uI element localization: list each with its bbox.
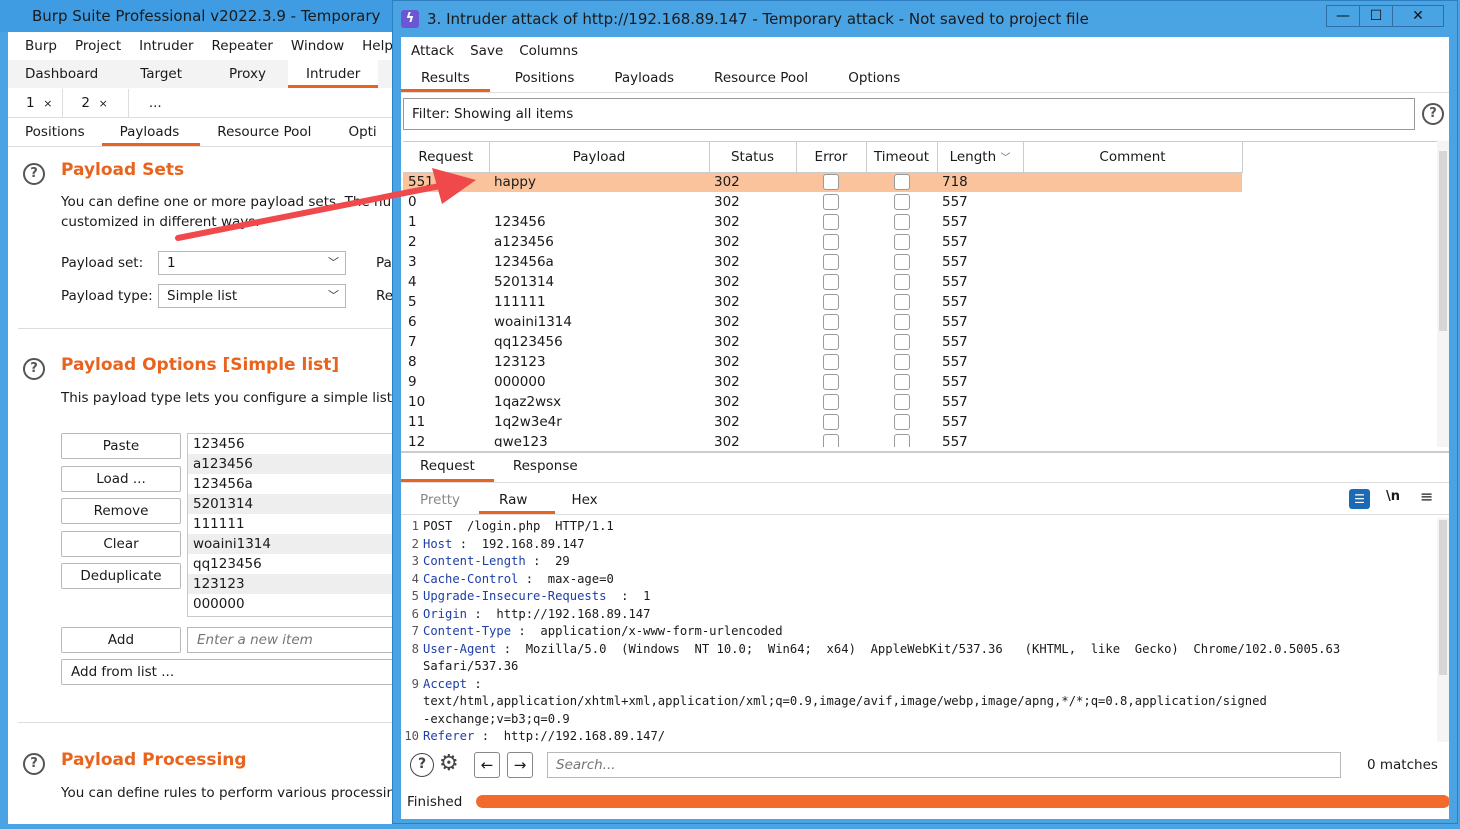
annotation-arrow: [175, 168, 476, 241]
arrow-head: [432, 168, 476, 204]
arrow-shaft: [175, 183, 443, 241]
